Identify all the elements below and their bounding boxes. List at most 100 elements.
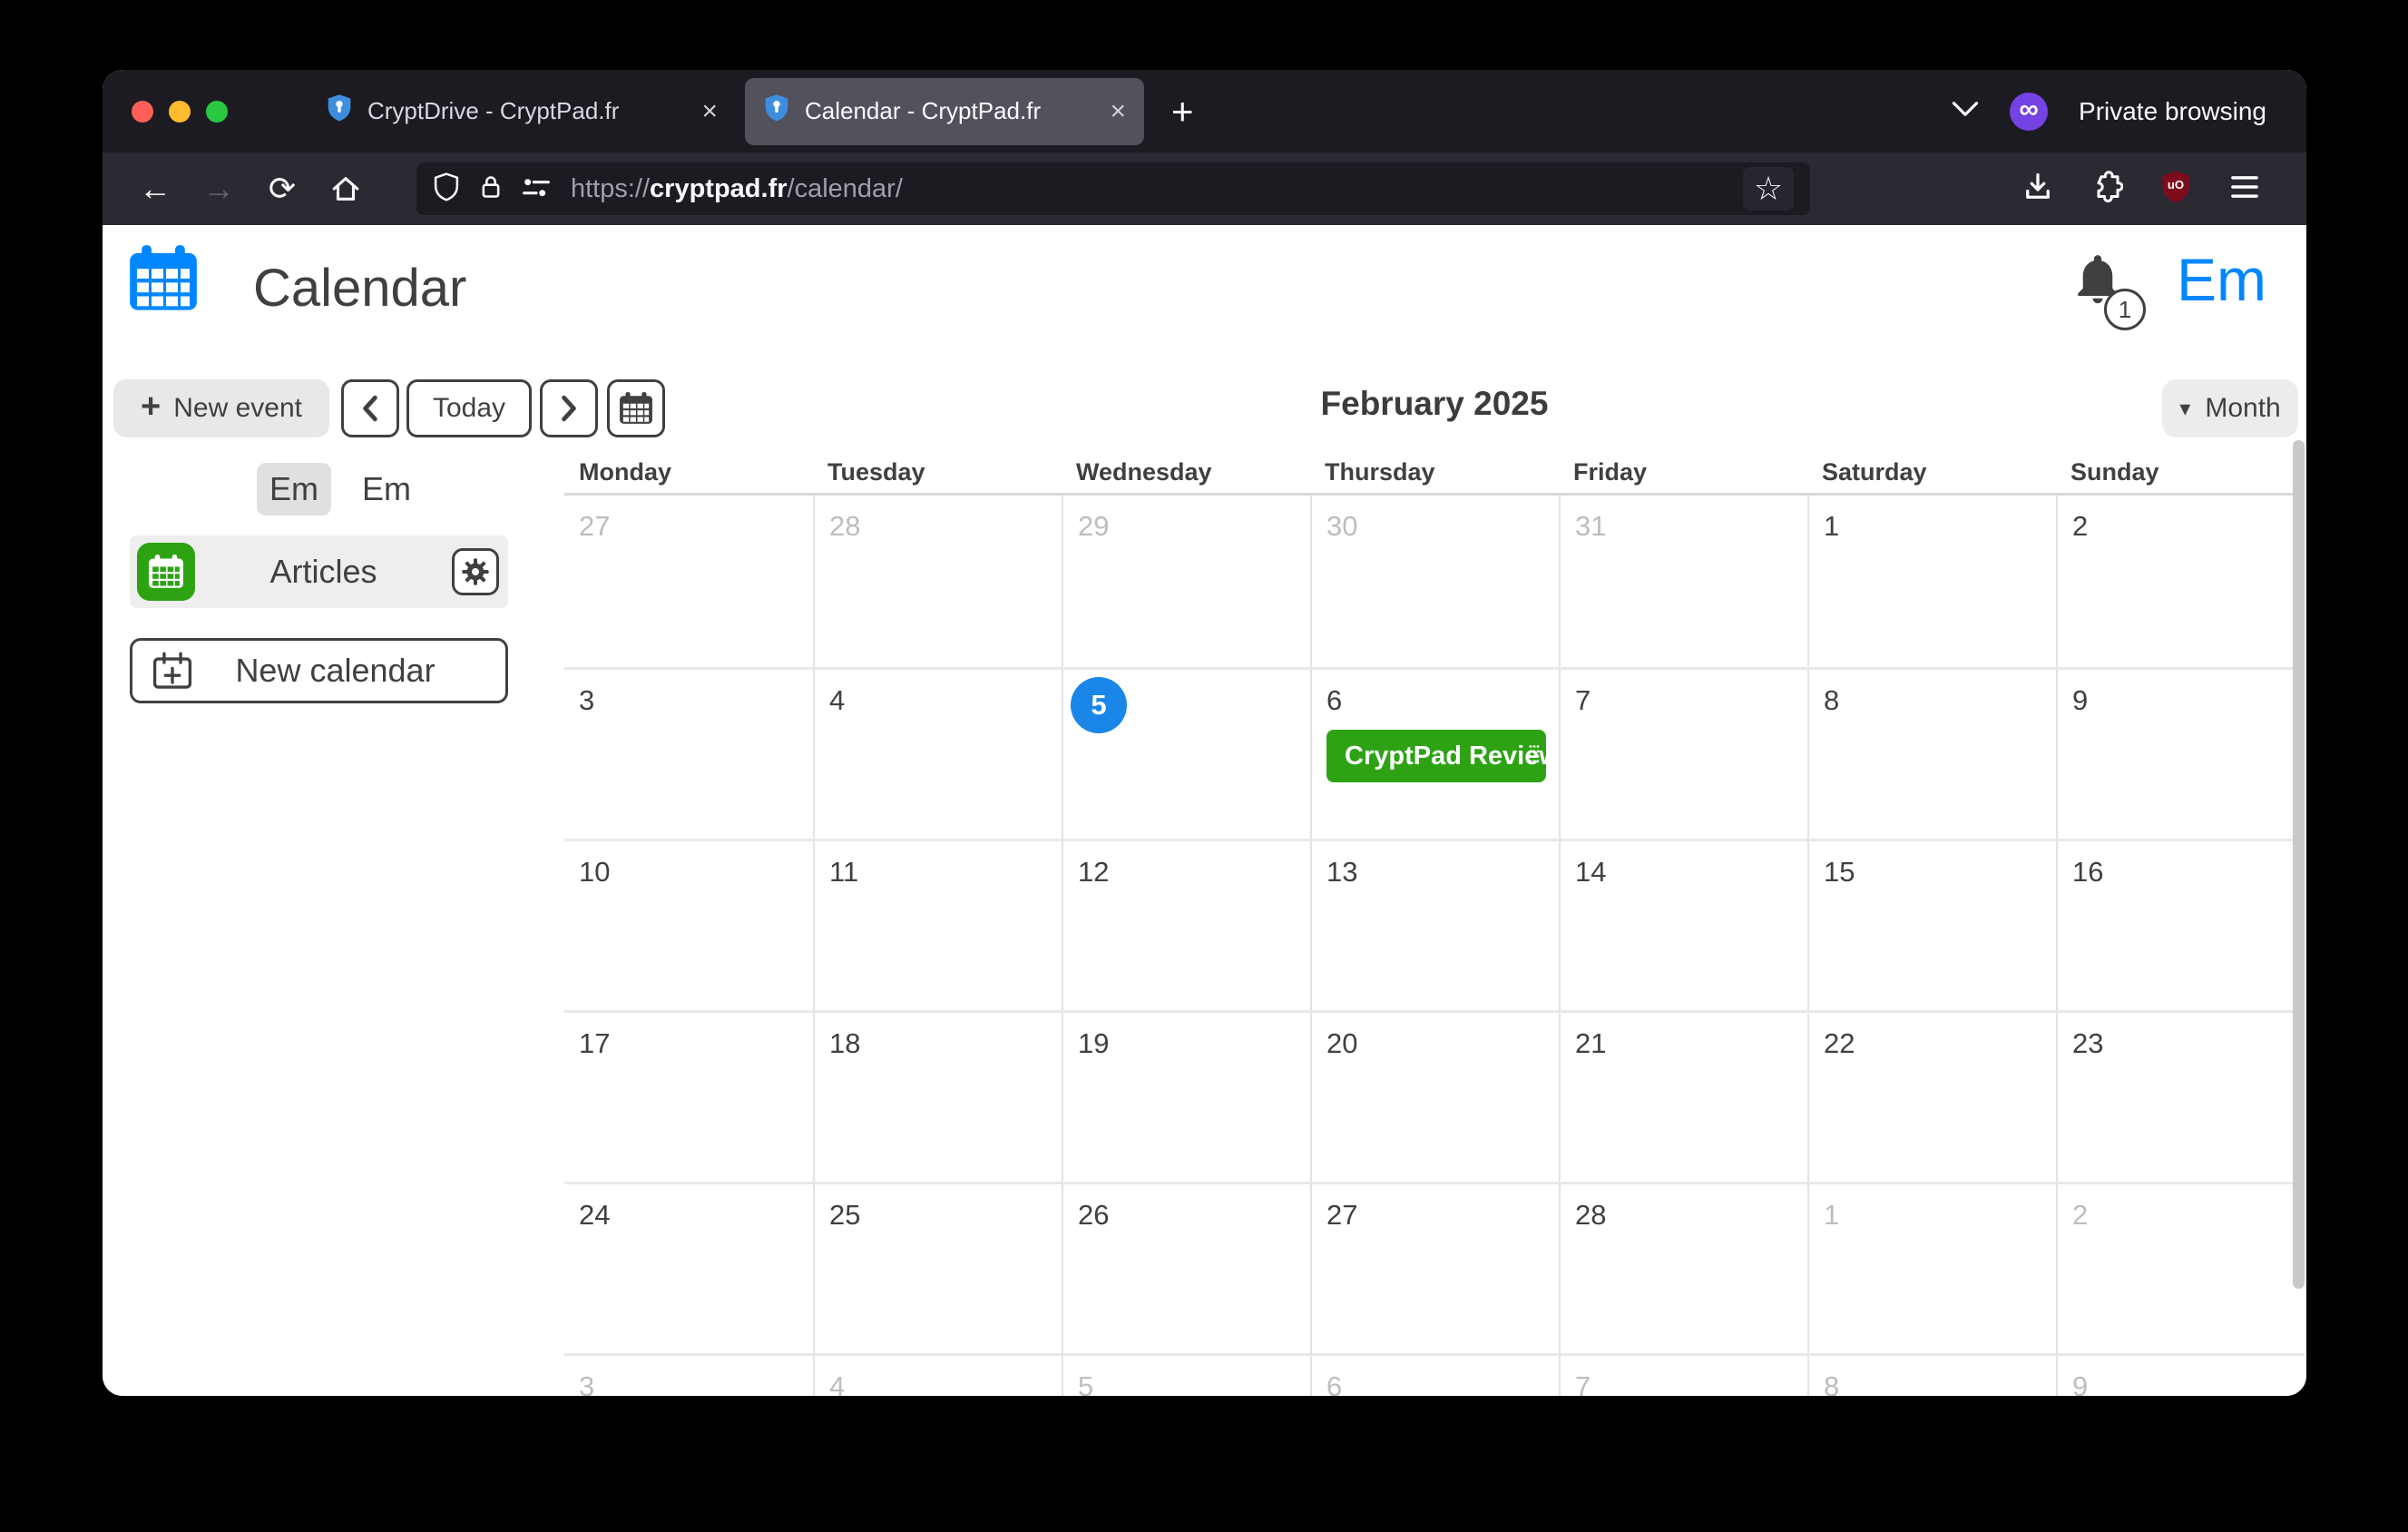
menu-hamburger-icon[interactable] [2228,172,2261,206]
calendar-day-cell[interactable]: 31 [1559,496,1807,667]
new-event-button[interactable]: + New event [113,379,329,437]
permissions-icon[interactable] [522,174,551,204]
today-button[interactable]: Today [406,379,532,437]
calendar-day-cell[interactable]: 28 [813,496,1062,667]
calendar-day-cell[interactable]: 7 [1559,670,1807,839]
date-number: 1 [1824,510,1839,543]
calendar-day-cell[interactable]: 23 [2056,1013,2305,1182]
reload-button[interactable]: ⟳ [260,167,304,211]
downloads-icon[interactable] [2021,171,2054,208]
calendar-day-cell[interactable]: 6 [1310,1356,1559,1396]
calendar-week-row: 24 2526272812 [564,1182,2305,1353]
calendar-day-cell[interactable]: 25 [813,1184,1062,1353]
calendar-day-cell[interactable]: 27 [564,496,813,667]
calendar-day-cell[interactable]: 14 [1559,841,1807,1010]
calendar-day-cell[interactable]: 1 [1807,1184,2056,1353]
calendar-day-cell[interactable]: 5 [1062,670,1310,839]
team-switcher: Em Em [257,463,424,516]
tab-title: CryptDrive - CryptPad.fr [367,97,619,125]
scrollbar-thumb[interactable] [2293,440,2305,1289]
calendar-day-cell[interactable]: 6 CryptPad Review [1310,670,1559,839]
bookmark-star-button[interactable]: ☆ [1743,167,1794,211]
date-number: 18 [829,1027,860,1060]
calendar-day-cell[interactable]: 28 [1559,1184,1807,1353]
calendar-day-cell[interactable]: 5 [1062,1356,1310,1396]
calendar-day-cell[interactable]: 13 [1310,841,1559,1010]
calendar-day-cell[interactable]: 19 [1062,1013,1310,1182]
calendar-day-cell[interactable]: 10 [564,841,813,1010]
new-calendar-button[interactable]: New calendar [130,638,508,703]
calendar-day-cell[interactable]: 8 [1807,1356,2056,1396]
team-tab-personal[interactable]: Em [257,463,331,516]
calendar-day-cell[interactable]: 7 [1559,1356,1807,1396]
calendar-day-cell[interactable]: 15 [1807,841,2056,1010]
list-tabs-chevron-icon[interactable] [1952,100,1979,123]
calendar-event[interactable]: CryptPad Review [1326,730,1546,782]
date-number: 6 [1326,684,1342,717]
calendar-day-cell[interactable]: 22 [1807,1013,2056,1182]
calendar-day-cell[interactable]: 11 [813,841,1062,1010]
calendar-day-cell[interactable]: 4 [813,670,1062,839]
view-mode-dropdown[interactable]: ▾ Month [2162,379,2298,437]
event-drag-handle[interactable] [1528,742,1541,771]
lock-icon[interactable] [478,172,504,206]
browser-window: CryptDrive - CryptPad.fr × Calendar - Cr… [103,70,2306,1396]
calendar-day-cell[interactable]: 9 [2056,1356,2305,1396]
close-window-button[interactable] [132,101,153,123]
calendar-day-cell[interactable]: 2 [2056,1184,2305,1353]
date-number: 24 [579,1199,610,1232]
private-browsing-label: Private browsing [2079,97,2266,126]
calendar-day-cell[interactable]: 30 [1310,496,1559,667]
new-calendar-label: New calendar [192,652,478,690]
calendar-day-cell[interactable]: 29 [1062,496,1310,667]
new-tab-button[interactable]: + [1171,93,1194,131]
tracking-protection-shield-icon[interactable] [433,172,460,207]
chevron-left-icon [359,395,381,422]
calendar-day-cell[interactable]: 2 [2056,496,2305,667]
tab-cryptdrive[interactable]: CryptDrive - CryptPad.fr × [308,70,736,152]
date-number: 19 [1078,1027,1109,1060]
zoom-window-button[interactable] [206,101,228,123]
calendar-day-cell[interactable]: 26 [1062,1184,1310,1353]
url-bar[interactable]: https://cryptpad.fr/calendar/ ☆ [416,162,1810,215]
date-number: 12 [1078,856,1109,889]
home-button[interactable] [324,167,367,211]
calendar-day-cell[interactable]: 3 [564,670,813,839]
calendar-day-cell[interactable]: 24 [564,1184,813,1353]
tab-close-icon[interactable]: × [1110,98,1126,125]
weekday-header-sunday: Sunday [2056,458,2305,493]
minimize-window-button[interactable] [169,101,191,123]
calendar-day-cell[interactable]: 16 [2056,841,2305,1010]
calendar-day-cell[interactable]: 20 [1310,1013,1559,1182]
today-label: Today [433,393,505,424]
weekday-header-row: MondayTuesdayWednesdayThursdayFridaySatu… [564,458,2305,493]
previous-month-button[interactable] [341,379,399,437]
user-account-button[interactable]: Em [2177,245,2266,314]
tab-close-icon[interactable]: × [701,98,718,125]
tab-calendar[interactable]: Calendar - CryptPad.fr × [745,78,1144,145]
calendar-day-cell[interactable]: 18 [813,1013,1062,1182]
browser-nav-bar: ← → ⟳ https://cryptpad.fr/calendar/ ☆ [103,152,2306,225]
calendar-day-cell[interactable]: 9 [2056,670,2305,839]
calendar-week-row: 3456789 [564,1353,2305,1396]
weekday-header-wednesday: Wednesday [1062,458,1310,493]
calendar-day-cell[interactable]: 3 [564,1356,813,1396]
notification-count-badge: 1 [2104,289,2146,330]
calendar-day-cell[interactable]: 17 [564,1013,813,1182]
calendar-day-cell[interactable]: 4 [813,1356,1062,1396]
calendar-day-cell[interactable]: 12 [1062,841,1310,1010]
calendar-day-cell[interactable]: 21 [1559,1013,1807,1182]
date-number: 17 [579,1027,610,1060]
calendar-list-item-articles[interactable]: Articles [130,535,508,608]
back-button[interactable]: ← [133,167,177,211]
team-tab-secondary[interactable]: Em [349,463,424,516]
cryptpad-favicon-icon [763,93,790,129]
calendar-day-cell[interactable]: 8 [1807,670,2056,839]
ublock-origin-icon[interactable]: uO [2159,170,2192,209]
calendar-settings-button[interactable] [452,548,499,595]
forward-button[interactable]: → [197,167,240,211]
calendar-day-cell[interactable]: 27 [1310,1184,1559,1353]
notifications-button[interactable]: 1 [2070,250,2151,334]
extensions-puzzle-icon[interactable] [2090,171,2123,208]
calendar-day-cell[interactable]: 1 [1807,496,2056,667]
